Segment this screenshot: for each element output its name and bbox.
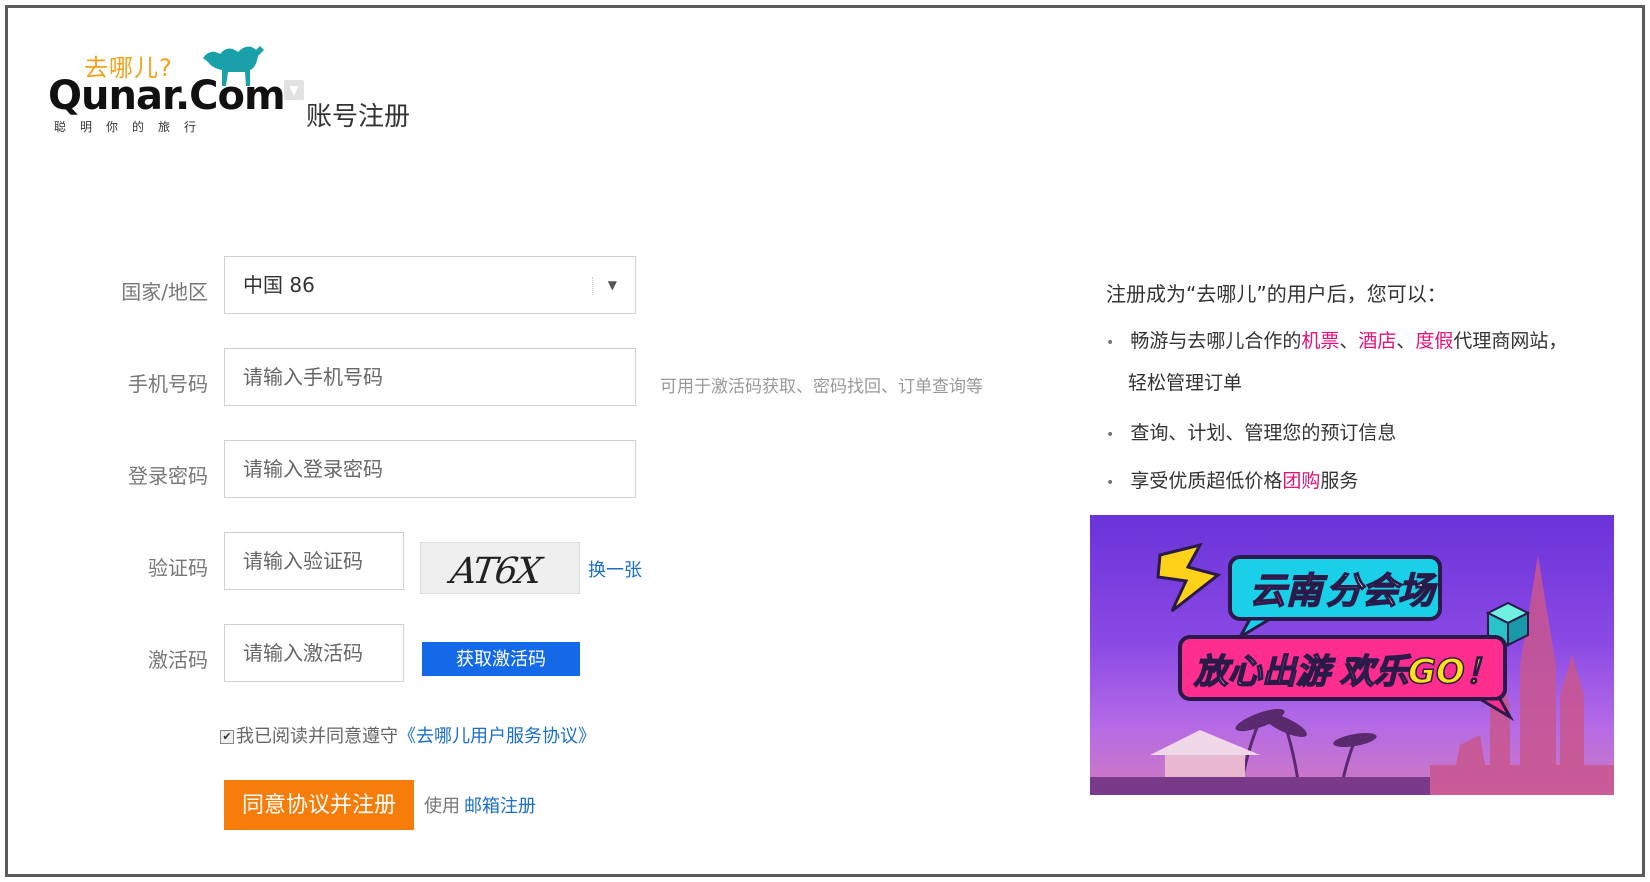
page-frame: 去哪儿? Qunar.Com 聪明你的旅行 ▼ 账号注册 国家/地区 中国 86… (5, 5, 1645, 877)
benefit-text: 享受优质超低价格 (1130, 470, 1283, 492)
password-label: 登录密码 (128, 464, 208, 488)
alt-register-row: 使用 邮箱注册 (424, 792, 536, 818)
page-title: 账号注册 (306, 102, 411, 132)
benefit-text: 代理商网站， (1453, 330, 1568, 352)
promo-banner[interactable]: 云南 分会场 放心出游 欢乐GO！ (1090, 515, 1614, 795)
email-register-link[interactable]: 邮箱注册 (464, 796, 536, 817)
select-divider (592, 277, 593, 295)
benefit-sep: 、 (1396, 330, 1416, 352)
benefit-highlight-groupbuy: 团购 (1282, 470, 1321, 492)
captcha-field-wrap (224, 532, 404, 590)
logo-en-text: Qunar.Com (48, 73, 286, 119)
agreement-link[interactable]: 《去哪儿用户服务协议》 (398, 726, 596, 747)
banner-art: 云南 分会场 放心出游 欢乐GO！ (1090, 542, 1614, 795)
benefit-item: 享受优质超低价格团购服务 (1106, 466, 1358, 493)
benefit-text: 服务 (1320, 470, 1359, 492)
banner-line2-a: 放心出游 (1193, 652, 1336, 692)
benefit-item: 畅游与去哪儿合作的机票、酒店、度假代理商网站， (1106, 326, 1567, 353)
country-select[interactable]: 中国 86 ▼ (224, 256, 636, 314)
password-field-wrap (224, 440, 636, 498)
alt-prefix: 使用 (424, 796, 460, 817)
submit-button[interactable]: 同意协议并注册 (224, 780, 414, 830)
country-value: 中国 86 (243, 273, 315, 297)
phone-input[interactable] (243, 349, 635, 405)
benefit-highlight-vacations: 度假 (1415, 330, 1454, 352)
password-input[interactable] (243, 441, 635, 497)
get-activation-button[interactable]: 获取激活码 (422, 642, 580, 676)
benefit-text: 畅游与去哪儿合作的 (1130, 330, 1302, 352)
caret-down-icon: ▼ (607, 278, 617, 292)
banner-line2-b: 欢乐GO！ (1340, 652, 1499, 692)
qunar-logo[interactable]: 去哪儿? Qunar.Com 聪明你的旅行 ▼ (48, 40, 304, 134)
activation-label: 激活码 (148, 648, 208, 672)
captcha-text: AT6X (448, 551, 543, 592)
benefit-highlight-hotels: 酒店 (1358, 330, 1397, 352)
country-label: 国家/地区 (121, 280, 208, 304)
agreement-text: 我已阅读并同意遵守 (236, 726, 398, 747)
benefits-title: 注册成为“去哪儿”的用户后，您可以： (1106, 282, 1447, 306)
benefit-continuation: 轻松管理订单 (1128, 372, 1243, 394)
agreement-row: ✔ 我已阅读并同意遵守《去哪儿用户服务协议》 (220, 722, 596, 748)
agreement-checkbox[interactable]: ✔ (220, 730, 234, 744)
activation-field-wrap (224, 624, 404, 682)
chevron-down-icon[interactable]: ▼ (284, 80, 304, 100)
benefit-item: 查询、计划、管理您的预订信息 (1106, 418, 1396, 445)
benefit-text: 查询、计划、管理您的预订信息 (1130, 422, 1397, 444)
captcha-input[interactable] (243, 533, 403, 589)
phone-label: 手机号码 (128, 372, 208, 396)
logo-tagline: 聪明你的旅行 (54, 120, 211, 134)
captcha-label: 验证码 (148, 556, 208, 580)
phone-hint: 可用于激活码获取、密码找回、订单查询等 (660, 377, 983, 397)
banner-line1-a: 云南 (1250, 571, 1328, 612)
banner-line1-b: 分会场 (1326, 571, 1438, 612)
phone-field-wrap (224, 348, 636, 406)
benefit-highlight-flights: 机票 (1301, 330, 1340, 352)
activation-input[interactable] (243, 625, 403, 681)
benefit-sep: 、 (1339, 330, 1359, 352)
captcha-image[interactable]: AT6X (420, 542, 580, 594)
captcha-refresh-link[interactable]: 换一张 (588, 556, 642, 582)
